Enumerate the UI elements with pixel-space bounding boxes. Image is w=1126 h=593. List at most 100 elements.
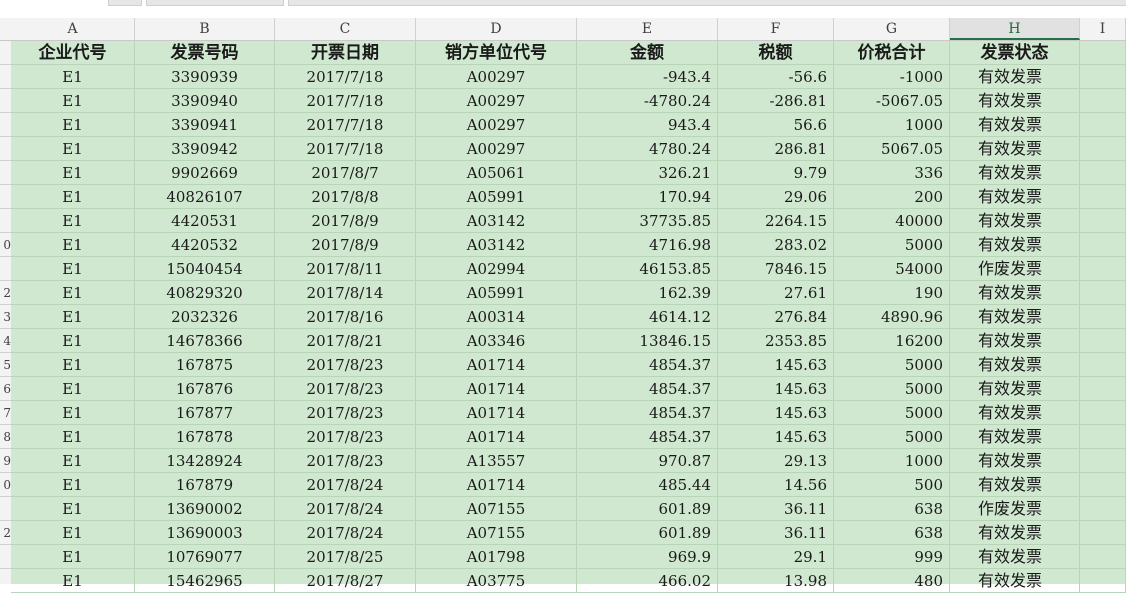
cell-invoice-date[interactable]: 2017/8/11 bbox=[275, 257, 416, 281]
cell-status[interactable]: 有效发票 bbox=[950, 329, 1080, 353]
cell-total[interactable]: 999 bbox=[834, 545, 950, 569]
cell-amount[interactable]: 970.87 bbox=[577, 449, 718, 473]
column-header-g[interactable]: G bbox=[834, 18, 950, 40]
cell-tax[interactable]: 145.63 bbox=[718, 353, 834, 377]
cell-tax[interactable]: -56.6 bbox=[718, 65, 834, 89]
header-cell-invoice-date[interactable]: 开票日期 bbox=[275, 41, 416, 65]
cell-total[interactable]: 638 bbox=[834, 521, 950, 545]
cell-invoice-date[interactable]: 2017/8/24 bbox=[275, 497, 416, 521]
cell-total[interactable]: 336 bbox=[834, 161, 950, 185]
cell-invoice-date[interactable]: 2017/8/8 bbox=[275, 185, 416, 209]
cell-invoice-number[interactable]: 10769077 bbox=[135, 545, 275, 569]
cell-tax[interactable]: 13.98 bbox=[718, 569, 834, 593]
cell-total[interactable]: -5067.05 bbox=[834, 89, 950, 113]
cell-invoice-date[interactable]: 2017/8/23 bbox=[275, 353, 416, 377]
row-header[interactable]: 0 bbox=[0, 233, 11, 257]
cell-invoice-number[interactable]: 3390941 bbox=[135, 113, 275, 137]
cell-amount[interactable]: 601.89 bbox=[577, 521, 718, 545]
cell-company-code[interactable]: E1 bbox=[11, 161, 135, 185]
cell-total[interactable]: 190 bbox=[834, 281, 950, 305]
cell-invoice-date[interactable]: 2017/8/23 bbox=[275, 401, 416, 425]
cell-total[interactable]: 5000 bbox=[834, 353, 950, 377]
row-header[interactable]: 2 bbox=[0, 281, 11, 305]
cell-tax[interactable]: 29.06 bbox=[718, 185, 834, 209]
cell-invoice-number[interactable]: 4420532 bbox=[135, 233, 275, 257]
cell-empty[interactable] bbox=[1080, 185, 1126, 209]
name-box-edge[interactable] bbox=[108, 0, 142, 6]
cell-company-code[interactable]: E1 bbox=[11, 377, 135, 401]
cell-invoice-date[interactable]: 2017/7/18 bbox=[275, 113, 416, 137]
cell-seller-code[interactable]: A00297 bbox=[416, 65, 577, 89]
cell-invoice-date[interactable]: 2017/8/25 bbox=[275, 545, 416, 569]
column-header-e[interactable]: E bbox=[577, 18, 718, 40]
cell-tax[interactable]: 145.63 bbox=[718, 377, 834, 401]
cell-empty[interactable] bbox=[1080, 473, 1126, 497]
cell-seller-code[interactable]: A01714 bbox=[416, 473, 577, 497]
column-header-c[interactable]: C bbox=[275, 18, 416, 40]
row-header[interactable] bbox=[0, 137, 11, 161]
row-header[interactable] bbox=[0, 161, 11, 185]
cell-status[interactable]: 有效发票 bbox=[950, 569, 1080, 593]
cell-seller-code[interactable]: A02994 bbox=[416, 257, 577, 281]
cell-amount[interactable]: 943.4 bbox=[577, 113, 718, 137]
row-header[interactable]: 9 bbox=[0, 449, 11, 473]
cell-tax[interactable]: 286.81 bbox=[718, 137, 834, 161]
cell-invoice-date[interactable]: 2017/8/21 bbox=[275, 329, 416, 353]
cell-seller-code[interactable]: A01798 bbox=[416, 545, 577, 569]
cell-amount[interactable]: 4854.37 bbox=[577, 353, 718, 377]
cell-invoice-number[interactable]: 15040454 bbox=[135, 257, 275, 281]
cell-company-code[interactable]: E1 bbox=[11, 113, 135, 137]
row-header[interactable] bbox=[0, 257, 11, 281]
cell-invoice-number[interactable]: 40829320 bbox=[135, 281, 275, 305]
cell-empty[interactable] bbox=[1080, 233, 1126, 257]
cell-empty[interactable] bbox=[1080, 329, 1126, 353]
cell-seller-code[interactable]: A03346 bbox=[416, 329, 577, 353]
cell-invoice-number[interactable]: 167878 bbox=[135, 425, 275, 449]
cell-empty[interactable] bbox=[1080, 113, 1126, 137]
cell-invoice-number[interactable]: 15462965 bbox=[135, 569, 275, 593]
cell-tax[interactable]: 56.6 bbox=[718, 113, 834, 137]
cell-invoice-number[interactable]: 13690002 bbox=[135, 497, 275, 521]
cell-company-code[interactable]: E1 bbox=[11, 137, 135, 161]
cell-amount[interactable]: 466.02 bbox=[577, 569, 718, 593]
cell-empty[interactable] bbox=[1080, 89, 1126, 113]
cell-amount[interactable]: 4854.37 bbox=[577, 377, 718, 401]
cell-invoice-date[interactable]: 2017/8/23 bbox=[275, 377, 416, 401]
cell-tax[interactable]: -286.81 bbox=[718, 89, 834, 113]
cell-empty[interactable] bbox=[1080, 281, 1126, 305]
cell-tax[interactable]: 9.79 bbox=[718, 161, 834, 185]
cell-empty[interactable] bbox=[1080, 449, 1126, 473]
cell-status[interactable]: 有效发票 bbox=[950, 185, 1080, 209]
row-header[interactable] bbox=[0, 209, 11, 233]
row-header[interactable]: 4 bbox=[0, 329, 11, 353]
cell-status[interactable]: 有效发票 bbox=[950, 401, 1080, 425]
cell-seller-code[interactable]: A01714 bbox=[416, 377, 577, 401]
cell-empty[interactable] bbox=[1080, 257, 1126, 281]
cell-total[interactable]: 5000 bbox=[834, 377, 950, 401]
cell-seller-code[interactable]: A03775 bbox=[416, 569, 577, 593]
cell-seller-code[interactable]: A00297 bbox=[416, 113, 577, 137]
cell-tax[interactable]: 7846.15 bbox=[718, 257, 834, 281]
header-cell-amount[interactable]: 金额 bbox=[577, 41, 718, 65]
cell-status[interactable]: 有效发票 bbox=[950, 209, 1080, 233]
cell-invoice-date[interactable]: 2017/8/9 bbox=[275, 233, 416, 257]
cell-amount[interactable]: -943.4 bbox=[577, 65, 718, 89]
cell-seller-code[interactable]: A03142 bbox=[416, 209, 577, 233]
cell-company-code[interactable]: E1 bbox=[11, 329, 135, 353]
column-header-d[interactable]: D bbox=[416, 18, 577, 40]
column-header-f[interactable]: F bbox=[718, 18, 834, 40]
cell-invoice-number[interactable]: 4420531 bbox=[135, 209, 275, 233]
cell-status[interactable]: 有效发票 bbox=[950, 545, 1080, 569]
cell-company-code[interactable]: E1 bbox=[11, 521, 135, 545]
header-cell-seller-code[interactable]: 销方单位代号 bbox=[416, 41, 577, 65]
cell-empty[interactable] bbox=[1080, 569, 1126, 593]
cell-invoice-date[interactable]: 2017/8/23 bbox=[275, 449, 416, 473]
cell-empty[interactable] bbox=[1080, 545, 1126, 569]
cell-tax[interactable]: 283.02 bbox=[718, 233, 834, 257]
cell-status[interactable]: 有效发票 bbox=[950, 353, 1080, 377]
cell-empty[interactable] bbox=[1080, 41, 1126, 65]
cell-total[interactable]: 5000 bbox=[834, 233, 950, 257]
formula-input-edge[interactable] bbox=[288, 0, 1126, 6]
cell-seller-code[interactable]: A01714 bbox=[416, 401, 577, 425]
cell-tax[interactable]: 2353.85 bbox=[718, 329, 834, 353]
